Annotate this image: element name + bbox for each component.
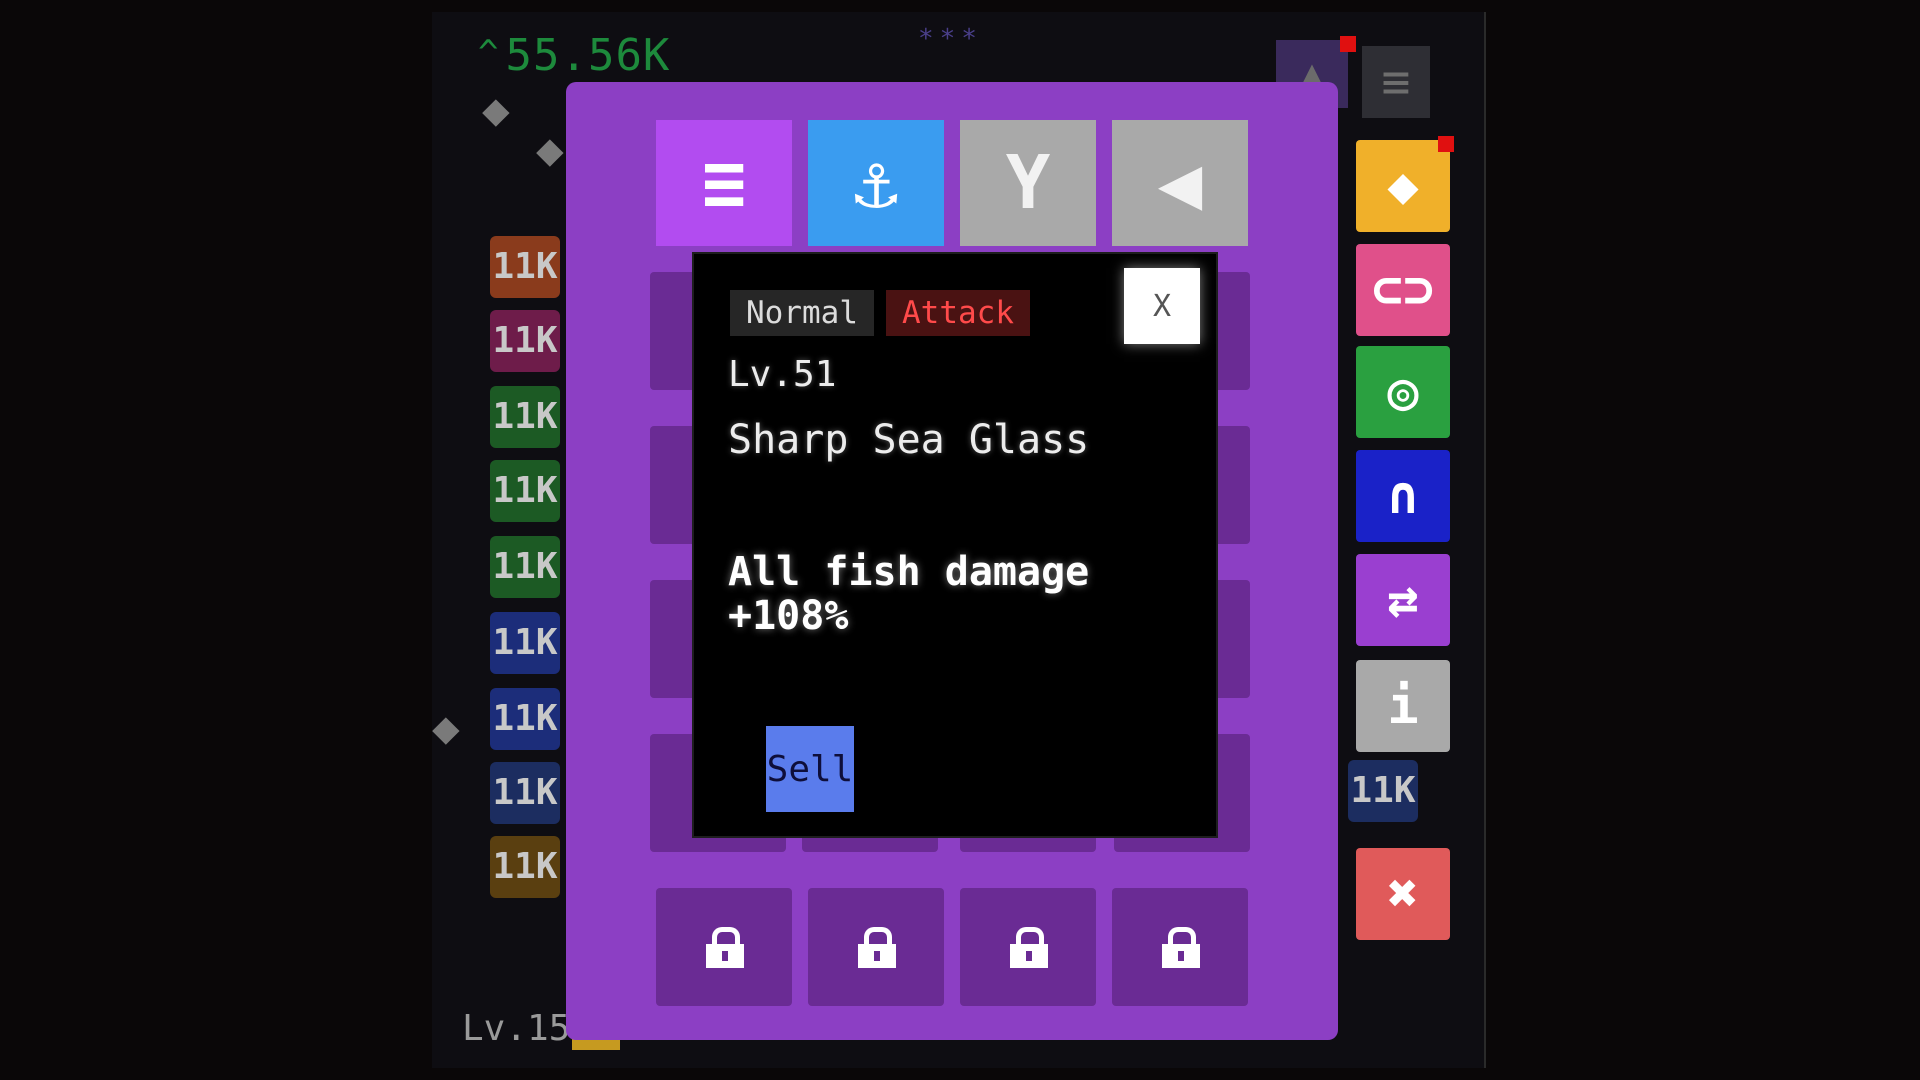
tail-fin-icon: Y (1005, 140, 1051, 226)
target-button[interactable]: ◎ (1356, 346, 1450, 438)
tab-megaphone[interactable]: ◀ (1112, 120, 1248, 246)
megaphone-icon: ◀ (1157, 140, 1203, 226)
tab-anchor[interactable]: ⚓ (808, 120, 944, 246)
fish-icon: ◆ (482, 82, 510, 136)
ladder-icon: ≡ (701, 140, 747, 226)
item-detail-dialog: Normal Attack X Lv.51 Sharp Sea Glass Al… (692, 252, 1218, 838)
player-level: Lv.15 (462, 1008, 571, 1049)
lock-icon (704, 927, 744, 968)
link-button[interactable]: ⊂⊃ (1356, 244, 1450, 336)
close-panel-button[interactable]: ✖ (1356, 848, 1450, 940)
item-description: All fish damage +108% (728, 549, 1090, 639)
swap-button[interactable]: ⇄ (1356, 554, 1450, 646)
money-counter: ^ 55.56K (478, 30, 670, 81)
link-icon: ⊂⊃ (1371, 260, 1435, 320)
notification-dot (1438, 136, 1454, 152)
price-tag: 11K (490, 836, 560, 898)
fish-icon: ◆ (536, 122, 564, 176)
price-tag: 11K (490, 386, 560, 448)
type-badge-normal: Normal (730, 290, 874, 336)
price-tag: 11K (490, 536, 560, 598)
hamburger-icon: ≡ (1381, 54, 1411, 110)
item-name: Sharp Sea Glass (728, 417, 1090, 463)
tab-tail-fin[interactable]: Y (960, 120, 1096, 246)
lock-icon (1008, 927, 1048, 968)
info-icon: i (1387, 676, 1419, 736)
menu-button[interactable]: ≡ (1362, 46, 1430, 118)
arch-icon: ∩ (1387, 466, 1419, 526)
notification-dot (1340, 36, 1356, 52)
price-tag: 11K (490, 236, 560, 298)
locked-slot[interactable] (960, 888, 1096, 1006)
close-icon: ✖ (1387, 864, 1419, 924)
fish-button[interactable]: ◆ (1356, 140, 1450, 232)
price-tag: 11K (490, 612, 560, 674)
price-tag: 11K (490, 762, 560, 824)
lock-icon (1160, 927, 1200, 968)
fish-icon: ◆ (1387, 156, 1419, 216)
anchor-icon: ⚓ (853, 140, 899, 226)
fish-icon: ◆ (432, 700, 460, 754)
type-badge-attack: Attack (886, 290, 1030, 336)
lock-icon (856, 927, 896, 968)
money-value: 55.56K (505, 30, 671, 81)
price-tag: 11K (1348, 760, 1418, 822)
swap-icon: ⇄ (1387, 570, 1419, 630)
locked-slot[interactable] (656, 888, 792, 1006)
target-icon: ◎ (1387, 362, 1419, 422)
locked-slot[interactable] (1112, 888, 1248, 1006)
dialog-close-button[interactable]: X (1124, 268, 1200, 344)
sell-button[interactable]: Sell (766, 726, 854, 812)
locked-slot[interactable] (808, 888, 944, 1006)
game-divider (1484, 12, 1486, 1068)
arch-button[interactable]: ∩ (1356, 450, 1450, 542)
price-tag: 11K (490, 310, 560, 372)
price-tag: 11K (490, 688, 560, 750)
tab-ladder[interactable]: ≡ (656, 120, 792, 246)
stars-indicator: *** (918, 24, 983, 54)
info-button[interactable]: i (1356, 660, 1450, 752)
price-tag: 11K (490, 460, 560, 522)
item-level: Lv.51 (728, 354, 837, 395)
up-arrow-icon: ^ (478, 33, 500, 73)
close-icon: X (1152, 288, 1172, 324)
